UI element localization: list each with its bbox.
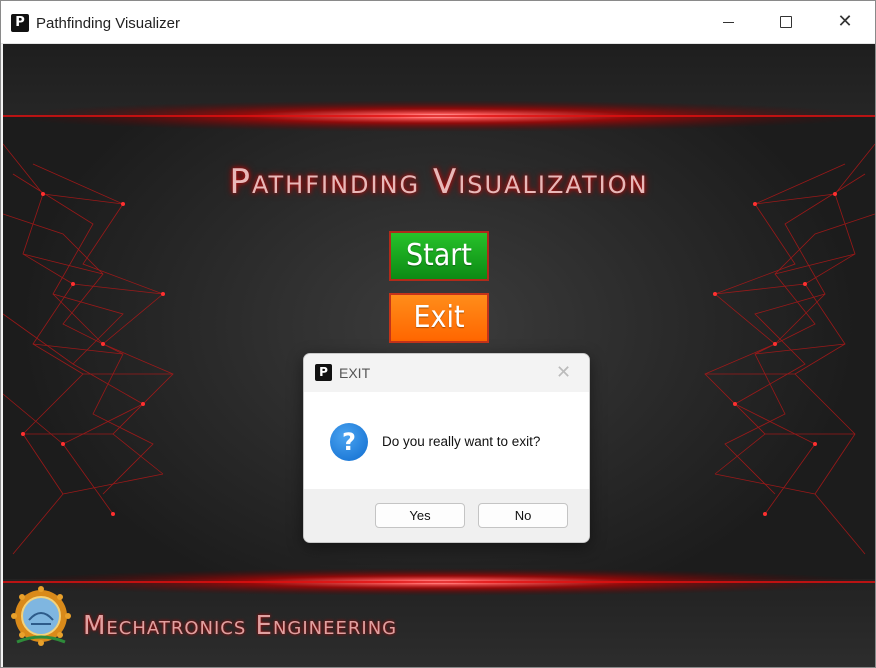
yes-button[interactable]: Yes (375, 503, 465, 528)
footer-department: Mechatronics Engineering (83, 611, 398, 641)
dialog-title: EXIT (339, 365, 371, 381)
maximize-button[interactable] (757, 1, 815, 43)
minimize-button[interactable] (699, 1, 757, 43)
question-icon: ? (330, 423, 368, 461)
title-bar[interactable]: P Pathfinding Visualizer ✕ (1, 1, 875, 44)
minimize-icon (722, 21, 734, 23)
dialog-message: Do you really want to exit? (382, 434, 541, 449)
exit-dialog: P EXIT ✕ ? Do you really want to exit? Y… (303, 353, 590, 543)
page-title: Pathfinding Visualization (229, 162, 649, 202)
dialog-body: ? Do you really want to exit? (304, 392, 589, 489)
app-icon: P (11, 14, 29, 32)
no-button[interactable]: No (478, 503, 568, 528)
exit-button[interactable]: Exit (389, 293, 489, 343)
maximize-icon (780, 16, 792, 28)
close-button[interactable]: ✕ (816, 1, 874, 43)
dialog-title-bar[interactable]: P EXIT ✕ (304, 354, 589, 392)
university-logo (11, 586, 71, 646)
close-icon: ✕ (837, 11, 853, 32)
start-button[interactable]: Start (389, 231, 489, 281)
dialog-app-icon: P (315, 364, 332, 381)
dialog-close-icon[interactable]: ✕ (556, 362, 571, 383)
dialog-footer: Yes No (304, 489, 589, 542)
window-title: Pathfinding Visualizer (36, 15, 180, 32)
app-window: P Pathfinding Visualizer ✕ Pathfinding V… (0, 0, 876, 668)
